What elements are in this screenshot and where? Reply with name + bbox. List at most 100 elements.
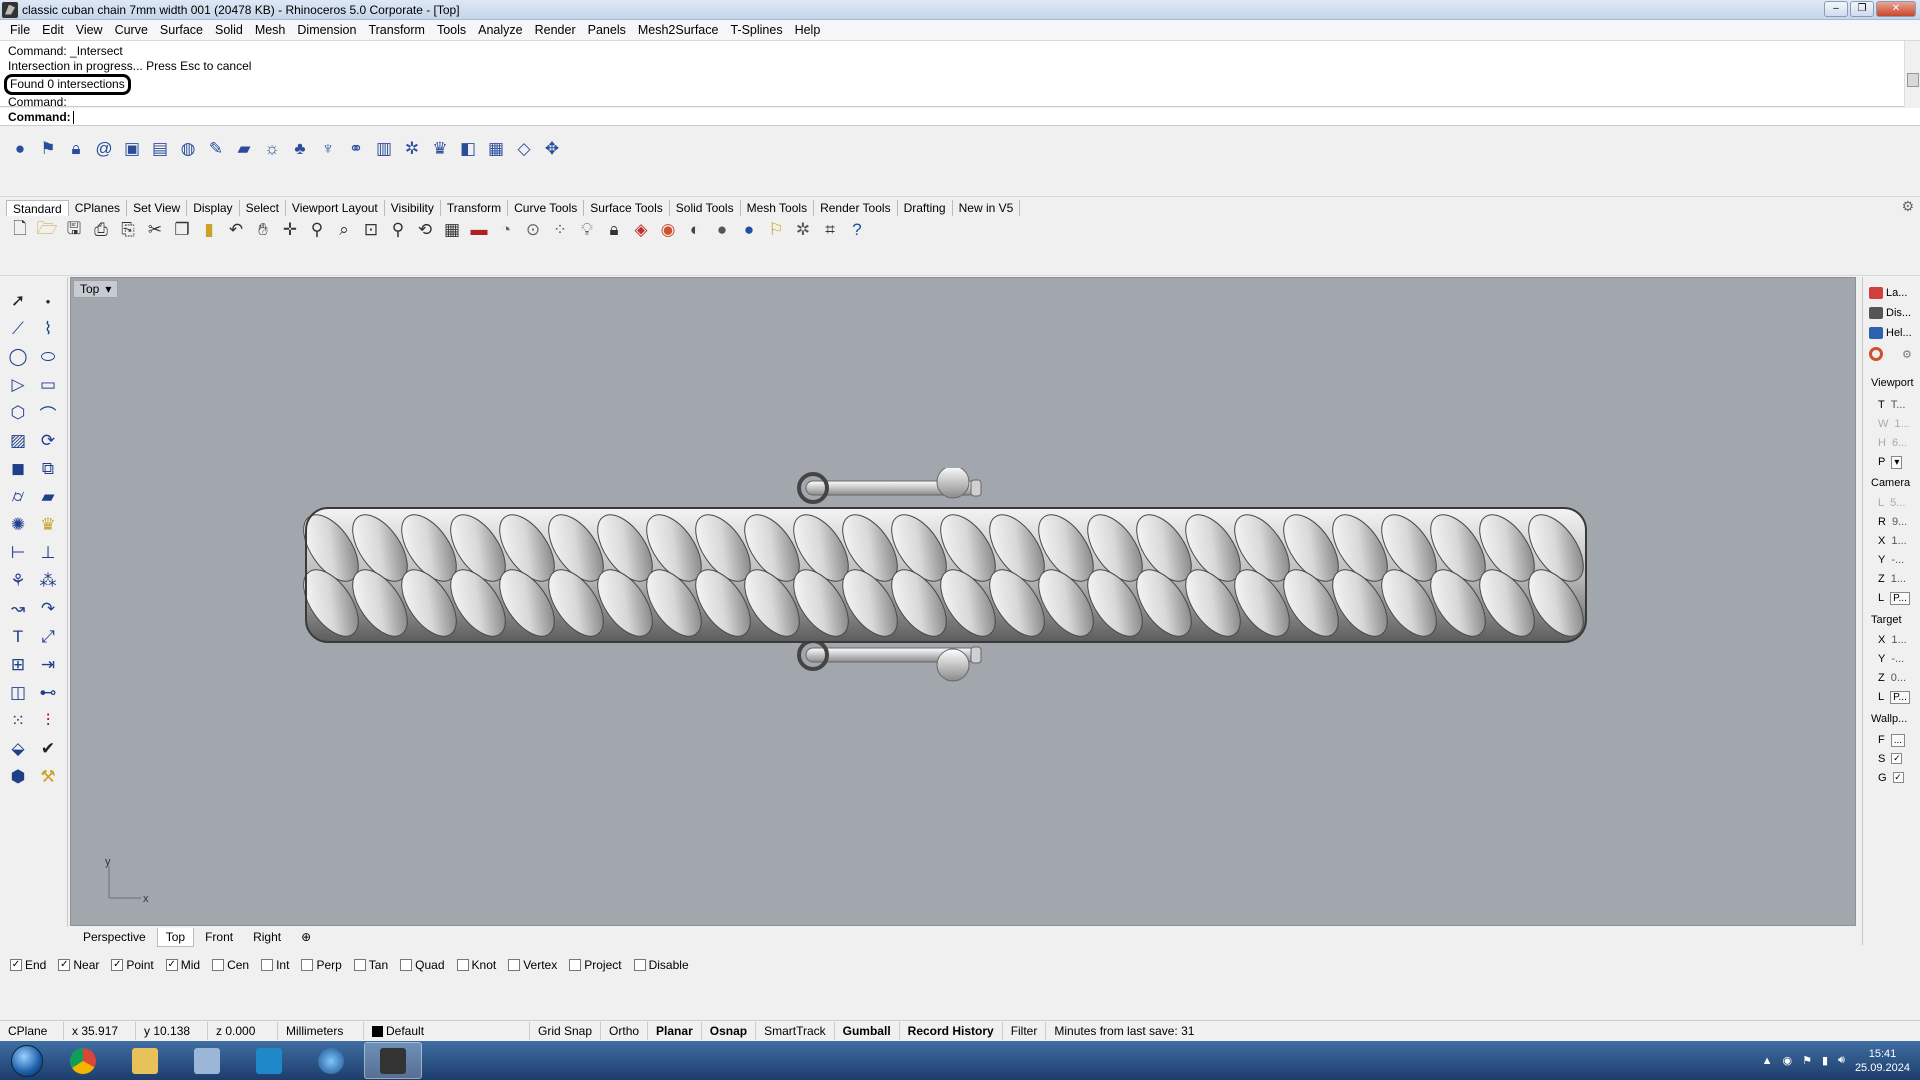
open-folder-icon[interactable]: 🗁︎ bbox=[35, 218, 59, 242]
camera-location-button[interactable]: P... bbox=[1890, 592, 1910, 605]
tab-mesh-tools[interactable]: Mesh Tools bbox=[741, 200, 815, 216]
taskbar-chrome[interactable] bbox=[54, 1042, 112, 1079]
cylinder-icon[interactable]: ⌭ bbox=[4, 485, 32, 509]
units-status[interactable]: Millimeters bbox=[278, 1021, 364, 1040]
osnap-cen[interactable]: Cen bbox=[212, 958, 249, 972]
osnap-knot[interactable]: Knot bbox=[456, 958, 496, 972]
paint-icon[interactable]: ⚐ bbox=[764, 218, 788, 242]
pan-hand-icon[interactable]: ✋︎ bbox=[251, 218, 275, 242]
scrollbar-thumb[interactable] bbox=[1907, 73, 1919, 87]
crown-tool-icon[interactable]: ♛ bbox=[34, 513, 62, 537]
projection-dropdown[interactable]: ▾ bbox=[1891, 456, 1903, 469]
mesh-plane-icon[interactable]: ▰ bbox=[34, 485, 62, 509]
osnap-checkbox[interactable] bbox=[400, 959, 413, 971]
tray-network-app-icon[interactable]: ◉ bbox=[1782, 1054, 1792, 1067]
menu-mesh[interactable]: Mesh bbox=[249, 23, 292, 37]
edit-curve-icon[interactable]: ✎ bbox=[204, 137, 228, 161]
tab-set-view[interactable]: Set View bbox=[127, 200, 188, 216]
move-view-icon[interactable]: ✛ bbox=[278, 218, 302, 242]
arc-icon[interactable]: ⌒ bbox=[34, 401, 62, 425]
grid-snap-toggle[interactable]: Grid Snap bbox=[530, 1021, 602, 1040]
osnap-checkbox[interactable]: ✓ bbox=[111, 959, 124, 971]
taskbar-app-tools[interactable] bbox=[178, 1042, 236, 1079]
ungroup-tool-icon[interactable]: ⁂ bbox=[34, 569, 62, 593]
prop-row[interactable]: F... bbox=[1878, 734, 1906, 747]
osnap-checkbox[interactable]: ✓ bbox=[10, 959, 22, 971]
tab-transform[interactable]: Transform bbox=[441, 200, 509, 216]
ellipse-icon[interactable]: ⬭ bbox=[34, 345, 62, 369]
prop-value[interactable]: -... bbox=[1891, 653, 1904, 665]
prop-value[interactable]: 9... bbox=[1892, 516, 1907, 528]
tab-viewport-layout[interactable]: Viewport Layout bbox=[286, 200, 385, 216]
prop-row[interactable]: P ▾ bbox=[1878, 456, 1903, 469]
menu-file[interactable]: File bbox=[4, 23, 36, 37]
menu-analyze[interactable]: Analyze bbox=[472, 23, 528, 37]
tab-solid-tools[interactable]: Solid Tools bbox=[670, 200, 741, 216]
clock[interactable]: 15:41 25.09.2024 bbox=[1855, 1047, 1910, 1075]
analyze-icon[interactable]: ⬢ bbox=[4, 765, 32, 789]
render-sphere-icon[interactable]: ◍ bbox=[176, 137, 200, 161]
curve-icon[interactable]: ⌇ bbox=[34, 317, 62, 341]
scale-icon[interactable]: ⤢ bbox=[34, 625, 62, 649]
osnap-checkbox[interactable] bbox=[301, 959, 314, 971]
record-history-toggle[interactable]: Record History bbox=[900, 1021, 1003, 1040]
osnap-checkbox[interactable]: ✓ bbox=[165, 959, 178, 971]
panel-gear-icon[interactable]: ⚙ bbox=[1902, 348, 1912, 361]
tray-power-icon[interactable]: ▮ bbox=[1822, 1054, 1828, 1067]
osnap-checkbox[interactable] bbox=[261, 959, 274, 971]
tab-perspective[interactable]: Perspective bbox=[74, 927, 155, 947]
lock-object-icon[interactable]: 🔒︎ bbox=[602, 218, 626, 242]
paste-icon[interactable]: ▮ bbox=[197, 218, 221, 242]
top-viewport[interactable]: Top ▾ y x bbox=[70, 277, 1856, 926]
current-layer[interactable]: Default bbox=[364, 1021, 530, 1040]
copy-icon[interactable]: ❐ bbox=[170, 218, 194, 242]
panel-tab-properties[interactable]: ⚙ bbox=[1869, 347, 1912, 361]
wallpaper-file-button[interactable]: ... bbox=[1890, 734, 1906, 747]
group-icon[interactable]: ♣ bbox=[288, 137, 312, 161]
render-tool-icon[interactable]: ⚒ bbox=[34, 765, 62, 789]
osnap-vertex[interactable]: Vertex bbox=[508, 958, 557, 972]
zoom-extents-icon[interactable]: ⊡ bbox=[359, 218, 383, 242]
prop-value[interactable]: 5... bbox=[1890, 497, 1905, 509]
revolve-icon[interactable]: ⟳ bbox=[34, 429, 62, 453]
add-viewport-icon[interactable]: ⊕ bbox=[292, 927, 320, 947]
undo-icon[interactable]: ↶ bbox=[224, 218, 248, 242]
render-icon[interactable]: ● bbox=[737, 218, 761, 242]
select-icon[interactable]: ⊙ bbox=[521, 218, 545, 242]
move-icon[interactable]: ⇥ bbox=[34, 653, 62, 677]
paint-bucket-icon[interactable]: ⬙ bbox=[4, 737, 32, 761]
four-viewports-icon[interactable]: ▦ bbox=[440, 218, 464, 242]
tray-speaker-icon[interactable]: 🔊︎ bbox=[1838, 1054, 1845, 1067]
light-tool-icon[interactable]: ✺ bbox=[4, 513, 32, 537]
group-tool-icon[interactable]: ⚘ bbox=[4, 569, 32, 593]
rectangle-icon[interactable]: ▭ bbox=[34, 373, 62, 397]
tab-display[interactable]: Display bbox=[187, 200, 240, 216]
filter-toggle[interactable]: Filter bbox=[1003, 1021, 1047, 1040]
osnap-tan[interactable]: Tan bbox=[353, 958, 388, 972]
tab-select[interactable]: Select bbox=[240, 200, 286, 216]
dimension-icon[interactable]: ⊢ bbox=[4, 541, 32, 565]
zoom-icon[interactable]: ⚲ bbox=[305, 218, 329, 242]
color-wheel-icon[interactable]: ◉ bbox=[656, 218, 680, 242]
smarttrack-toggle[interactable]: SmartTrack bbox=[756, 1021, 835, 1040]
viewport-title[interactable]: Top ▾ bbox=[73, 280, 119, 298]
osnap-int[interactable]: Int bbox=[261, 958, 289, 972]
folder-icon[interactable]: ▰ bbox=[232, 137, 256, 161]
shaded-sphere-icon[interactable]: ◐ bbox=[683, 218, 707, 242]
gumball-toggle[interactable]: Gumball bbox=[835, 1021, 900, 1040]
select-arrow-icon[interactable]: ➚ bbox=[4, 289, 32, 313]
layers-icon[interactable]: ◈ bbox=[629, 218, 653, 242]
taskbar-app-circle[interactable] bbox=[302, 1042, 360, 1079]
osnap-checkbox[interactable] bbox=[212, 959, 225, 971]
maximize-button[interactable]: ❐ bbox=[1850, 1, 1874, 17]
start-button[interactable] bbox=[0, 1041, 54, 1080]
prop-row[interactable]: W 1... bbox=[1878, 418, 1910, 430]
toolbar-options-gear-icon[interactable]: ⚙ bbox=[1901, 198, 1914, 215]
chamfer-icon[interactable]: ↷ bbox=[34, 597, 62, 621]
print-icon[interactable]: ⎙ bbox=[89, 218, 113, 242]
cplane-status[interactable]: CPlane bbox=[0, 1021, 64, 1040]
osnap-point[interactable]: ✓ Point bbox=[111, 958, 154, 972]
prop-row[interactable]: X 1... bbox=[1878, 634, 1907, 646]
menu-panels[interactable]: Panels bbox=[582, 23, 632, 37]
menu-surface[interactable]: Surface bbox=[154, 23, 209, 37]
